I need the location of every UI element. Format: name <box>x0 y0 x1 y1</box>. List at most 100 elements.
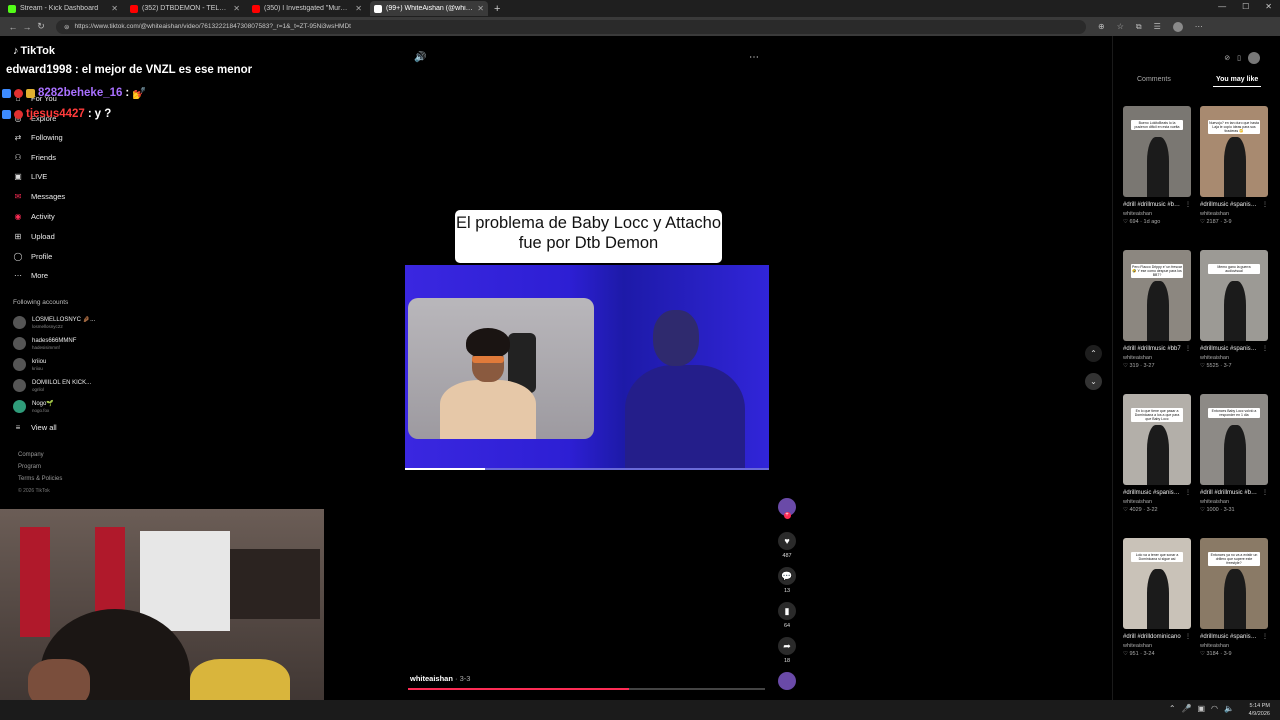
tiktok-logo[interactable]: ♪ TikTok <box>13 45 55 57</box>
site-info-icon[interactable]: ⊜ <box>64 23 69 31</box>
tab-you-may-like[interactable]: You may like <box>1216 76 1258 83</box>
maximize-icon[interactable]: ☐ <box>1242 2 1249 11</box>
favorites-icon[interactable]: ☰ <box>1154 22 1161 32</box>
volume-icon[interactable]: 🔊 <box>414 52 426 63</box>
video-author[interactable]: whiteaishan · 3-3 <box>410 674 470 683</box>
creator-avatar[interactable]: + <box>778 498 796 519</box>
new-tab-button[interactable]: + <box>494 3 500 15</box>
video-author[interactable]: whiteaishan <box>1200 355 1268 361</box>
more-options-icon[interactable]: ⋮ <box>1185 345 1191 352</box>
more-options-icon[interactable]: ⋮ <box>1185 633 1191 640</box>
phone-icon[interactable]: ▯ <box>1237 54 1241 62</box>
browser-tab[interactable]: (350) I Investigated "Murder City" ✕ <box>248 1 366 16</box>
video-author[interactable]: whiteaishan <box>1123 643 1191 649</box>
tray-app-icon[interactable]: ▣ <box>1197 704 1205 713</box>
view-all-link[interactable]: ≡ View all <box>13 423 57 432</box>
sidebar-item-following[interactable]: ⇄ Following <box>13 133 63 142</box>
video-thumbnail[interactable]: Lolo va a tener que sonar a Dominicana s… <box>1123 538 1191 629</box>
avatar <box>13 358 26 371</box>
more-options-icon[interactable]: ⋮ <box>1262 489 1268 496</box>
tab-comments[interactable]: Comments <box>1137 76 1171 83</box>
recommended-video-card[interactable]: Nuevojo? en tan duro que hasta Laja le c… <box>1200 106 1268 225</box>
taskbar-clock[interactable]: 5:14 PM 4/9/2026 <box>1249 702 1270 718</box>
video-thumbnail[interactable]: Entonces Baby Locc volvió a responder en… <box>1200 394 1268 485</box>
previous-video-button[interactable]: ⌃ <box>1085 345 1102 362</box>
sidebar-item-friends[interactable]: ⚇ Friends <box>13 153 56 162</box>
recommended-video-card[interactable]: En lo que tiene que pasar a Dominicana a… <box>1123 394 1191 513</box>
video-thumbnail[interactable]: Bueno LokitoBeats lo la pusieron dificil… <box>1123 106 1191 197</box>
wifi-icon[interactable]: ◠ <box>1211 704 1218 713</box>
following-account[interactable]: kriiou kriiou <box>13 358 46 371</box>
follow-plus-icon[interactable]: + <box>783 512 791 519</box>
recommended-video-card[interactable]: Pero Flacco Drippy e' un frescar 🤣 Y ese… <box>1123 250 1191 369</box>
browser-tab-active[interactable]: (99+) WhiteAishan (@whitea ✕ <box>370 1 488 16</box>
like-button[interactable]: ♥ 487 <box>778 532 796 559</box>
more-options-icon[interactable]: ⋮ <box>1262 345 1268 352</box>
video-author[interactable]: whiteaishan <box>1200 211 1268 217</box>
reload-icon[interactable]: ↻ <box>34 21 48 32</box>
close-window-icon[interactable]: ✕ <box>1265 2 1272 11</box>
mic-icon[interactable]: 🎤 <box>1182 704 1192 713</box>
comment-button[interactable]: 💬 13 <box>778 567 796 594</box>
following-account[interactable]: DOMIILOL EN KICK... ogrilol <box>13 379 91 392</box>
video-author[interactable]: whiteaishan <box>1123 499 1191 505</box>
tray-chevron-icon[interactable]: ⌃ <box>1169 704 1176 713</box>
video-author[interactable]: whiteaishan <box>1123 355 1191 361</box>
video-player[interactable] <box>405 265 769 470</box>
bookmark-button[interactable]: ▮ 64 <box>778 602 796 629</box>
sidebar-item-more[interactable]: ⋯ More <box>13 271 48 280</box>
zoom-icon[interactable]: ⊕ <box>1098 22 1105 32</box>
video-author[interactable]: whiteaishan <box>1123 211 1191 217</box>
video-thumbnail[interactable]: Entonces ya no va a existir un drillero … <box>1200 538 1268 629</box>
next-video-button[interactable]: ⌄ <box>1085 373 1102 390</box>
recommended-video-card[interactable]: Bueno LokitoBeats lo la pusieron dificil… <box>1123 106 1191 225</box>
browser-tab[interactable]: Stream - Kick Dashboard ✕ <box>4 1 122 16</box>
recommended-video-card[interactable]: Entonces Baby Locc volvió a responder en… <box>1200 394 1268 513</box>
extensions-icon[interactable]: ⧉ <box>1136 22 1142 32</box>
more-options-icon[interactable]: ⋮ <box>1262 201 1268 208</box>
recommended-video-card[interactable]: Entonces ya no va a existir un drillero … <box>1200 538 1268 657</box>
sidebar-item-profile[interactable]: ◯ Profile <box>13 252 53 261</box>
volume-tray-icon[interactable]: 🔈 <box>1224 704 1234 713</box>
share-button[interactable]: ➦ 18 <box>778 637 796 664</box>
footer-link[interactable]: Terms & Policies <box>18 476 62 482</box>
avatar <box>13 337 26 350</box>
sidebar-item-upload[interactable]: ⊞ Upload <box>13 232 55 241</box>
close-icon[interactable]: ✕ <box>355 4 362 13</box>
minimize-icon[interactable]: — <box>1218 2 1226 11</box>
video-thumbnail[interactable]: En lo que tiene que pasar a Dominicana a… <box>1123 394 1191 485</box>
following-account[interactable]: Nogo🌱 nogo.fox <box>13 400 54 413</box>
following-account[interactable]: hades666MMNF hadesisimmnf <box>13 337 76 350</box>
footer-link[interactable]: Company <box>18 452 44 458</box>
video-thumbnail[interactable]: Memo gano la guerra audiovisual <box>1200 250 1268 341</box>
more-options-icon[interactable]: ⋮ <box>1185 489 1191 496</box>
recommended-video-card[interactable]: Memo gano la guerra audiovisual #drillmus… <box>1200 250 1268 369</box>
following-account[interactable]: LOSMELLOSNYC 🤌🏾... losmellosnyc22 <box>13 316 95 329</box>
close-icon[interactable]: ✕ <box>233 4 240 13</box>
more-options-icon[interactable]: ⋮ <box>1185 201 1191 208</box>
video-thumbnail[interactable]: Pero Flacco Drippy e' un frescar 🤣 Y ese… <box>1123 250 1191 341</box>
sidebar-item-messages[interactable]: ✉ Messages <box>13 192 66 201</box>
more-options-icon[interactable]: ⋯ <box>749 52 759 63</box>
music-disc[interactable] <box>778 672 796 690</box>
video-author[interactable]: whiteaishan <box>1200 643 1268 649</box>
video-progress-bar[interactable] <box>408 688 765 690</box>
profile-avatar[interactable] <box>1172 21 1183 32</box>
browser-tab[interactable]: (352) DTBDEMON - TELL EM (Offic ✕ <box>126 1 244 16</box>
menu-icon[interactable]: ⋯ <box>1195 22 1203 32</box>
avatar[interactable] <box>1248 52 1260 64</box>
footer-link[interactable]: Program <box>18 464 41 470</box>
video-author[interactable]: whiteaishan <box>1200 499 1268 505</box>
forward-icon[interactable]: → <box>20 22 34 32</box>
video-thumbnail[interactable]: Nuevojo? en tan duro que hasta Laja le c… <box>1200 106 1268 197</box>
url-field[interactable]: ⊜ https://www.tiktok.com/@whiteaishan/vi… <box>56 19 1086 34</box>
close-icon[interactable]: ✕ <box>477 4 484 13</box>
recommended-video-card[interactable]: Lolo va a tener que sonar a Dominicana s… <box>1123 538 1191 657</box>
back-icon[interactable]: ← <box>6 22 20 32</box>
sidebar-item-live[interactable]: ▣ LIVE <box>13 172 47 181</box>
sidebar-item-activity[interactable]: ◉ Activity <box>13 212 55 221</box>
close-icon[interactable]: ✕ <box>111 4 118 13</box>
more-options-icon[interactable]: ⋮ <box>1262 633 1268 640</box>
star-icon[interactable]: ☆ <box>1117 22 1124 32</box>
block-icon[interactable]: ⊘ <box>1224 54 1230 62</box>
